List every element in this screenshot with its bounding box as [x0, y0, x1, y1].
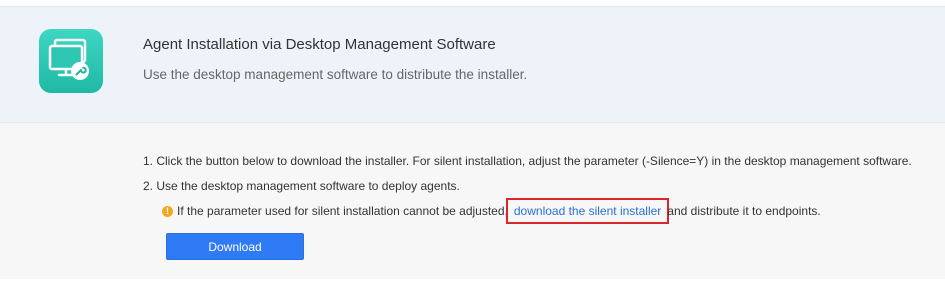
step-1-text: 1. Click the button below to download th… [143, 154, 912, 168]
note-suffix: and distribute it to endpoints. [667, 204, 821, 218]
download-button[interactable]: Download [166, 233, 304, 260]
page-title: Agent Installation via Desktop Managemen… [143, 36, 496, 53]
warning-icon: ! [162, 205, 173, 217]
page-subtitle: Use the desktop management software to d… [143, 67, 528, 82]
page-header: Agent Installation via Desktop Managemen… [0, 6, 945, 122]
step-2-text: 2. Use the desktop management software t… [143, 179, 460, 193]
download-silent-installer-link[interactable]: download the silent installer [505, 198, 670, 224]
instructions-panel: 1. Click the button below to download th… [0, 122, 945, 279]
desktop-management-icon [39, 29, 103, 93]
note-prefix: If the parameter used for silent install… [177, 204, 508, 218]
silent-install-note: ! If the parameter used for silent insta… [162, 198, 821, 224]
